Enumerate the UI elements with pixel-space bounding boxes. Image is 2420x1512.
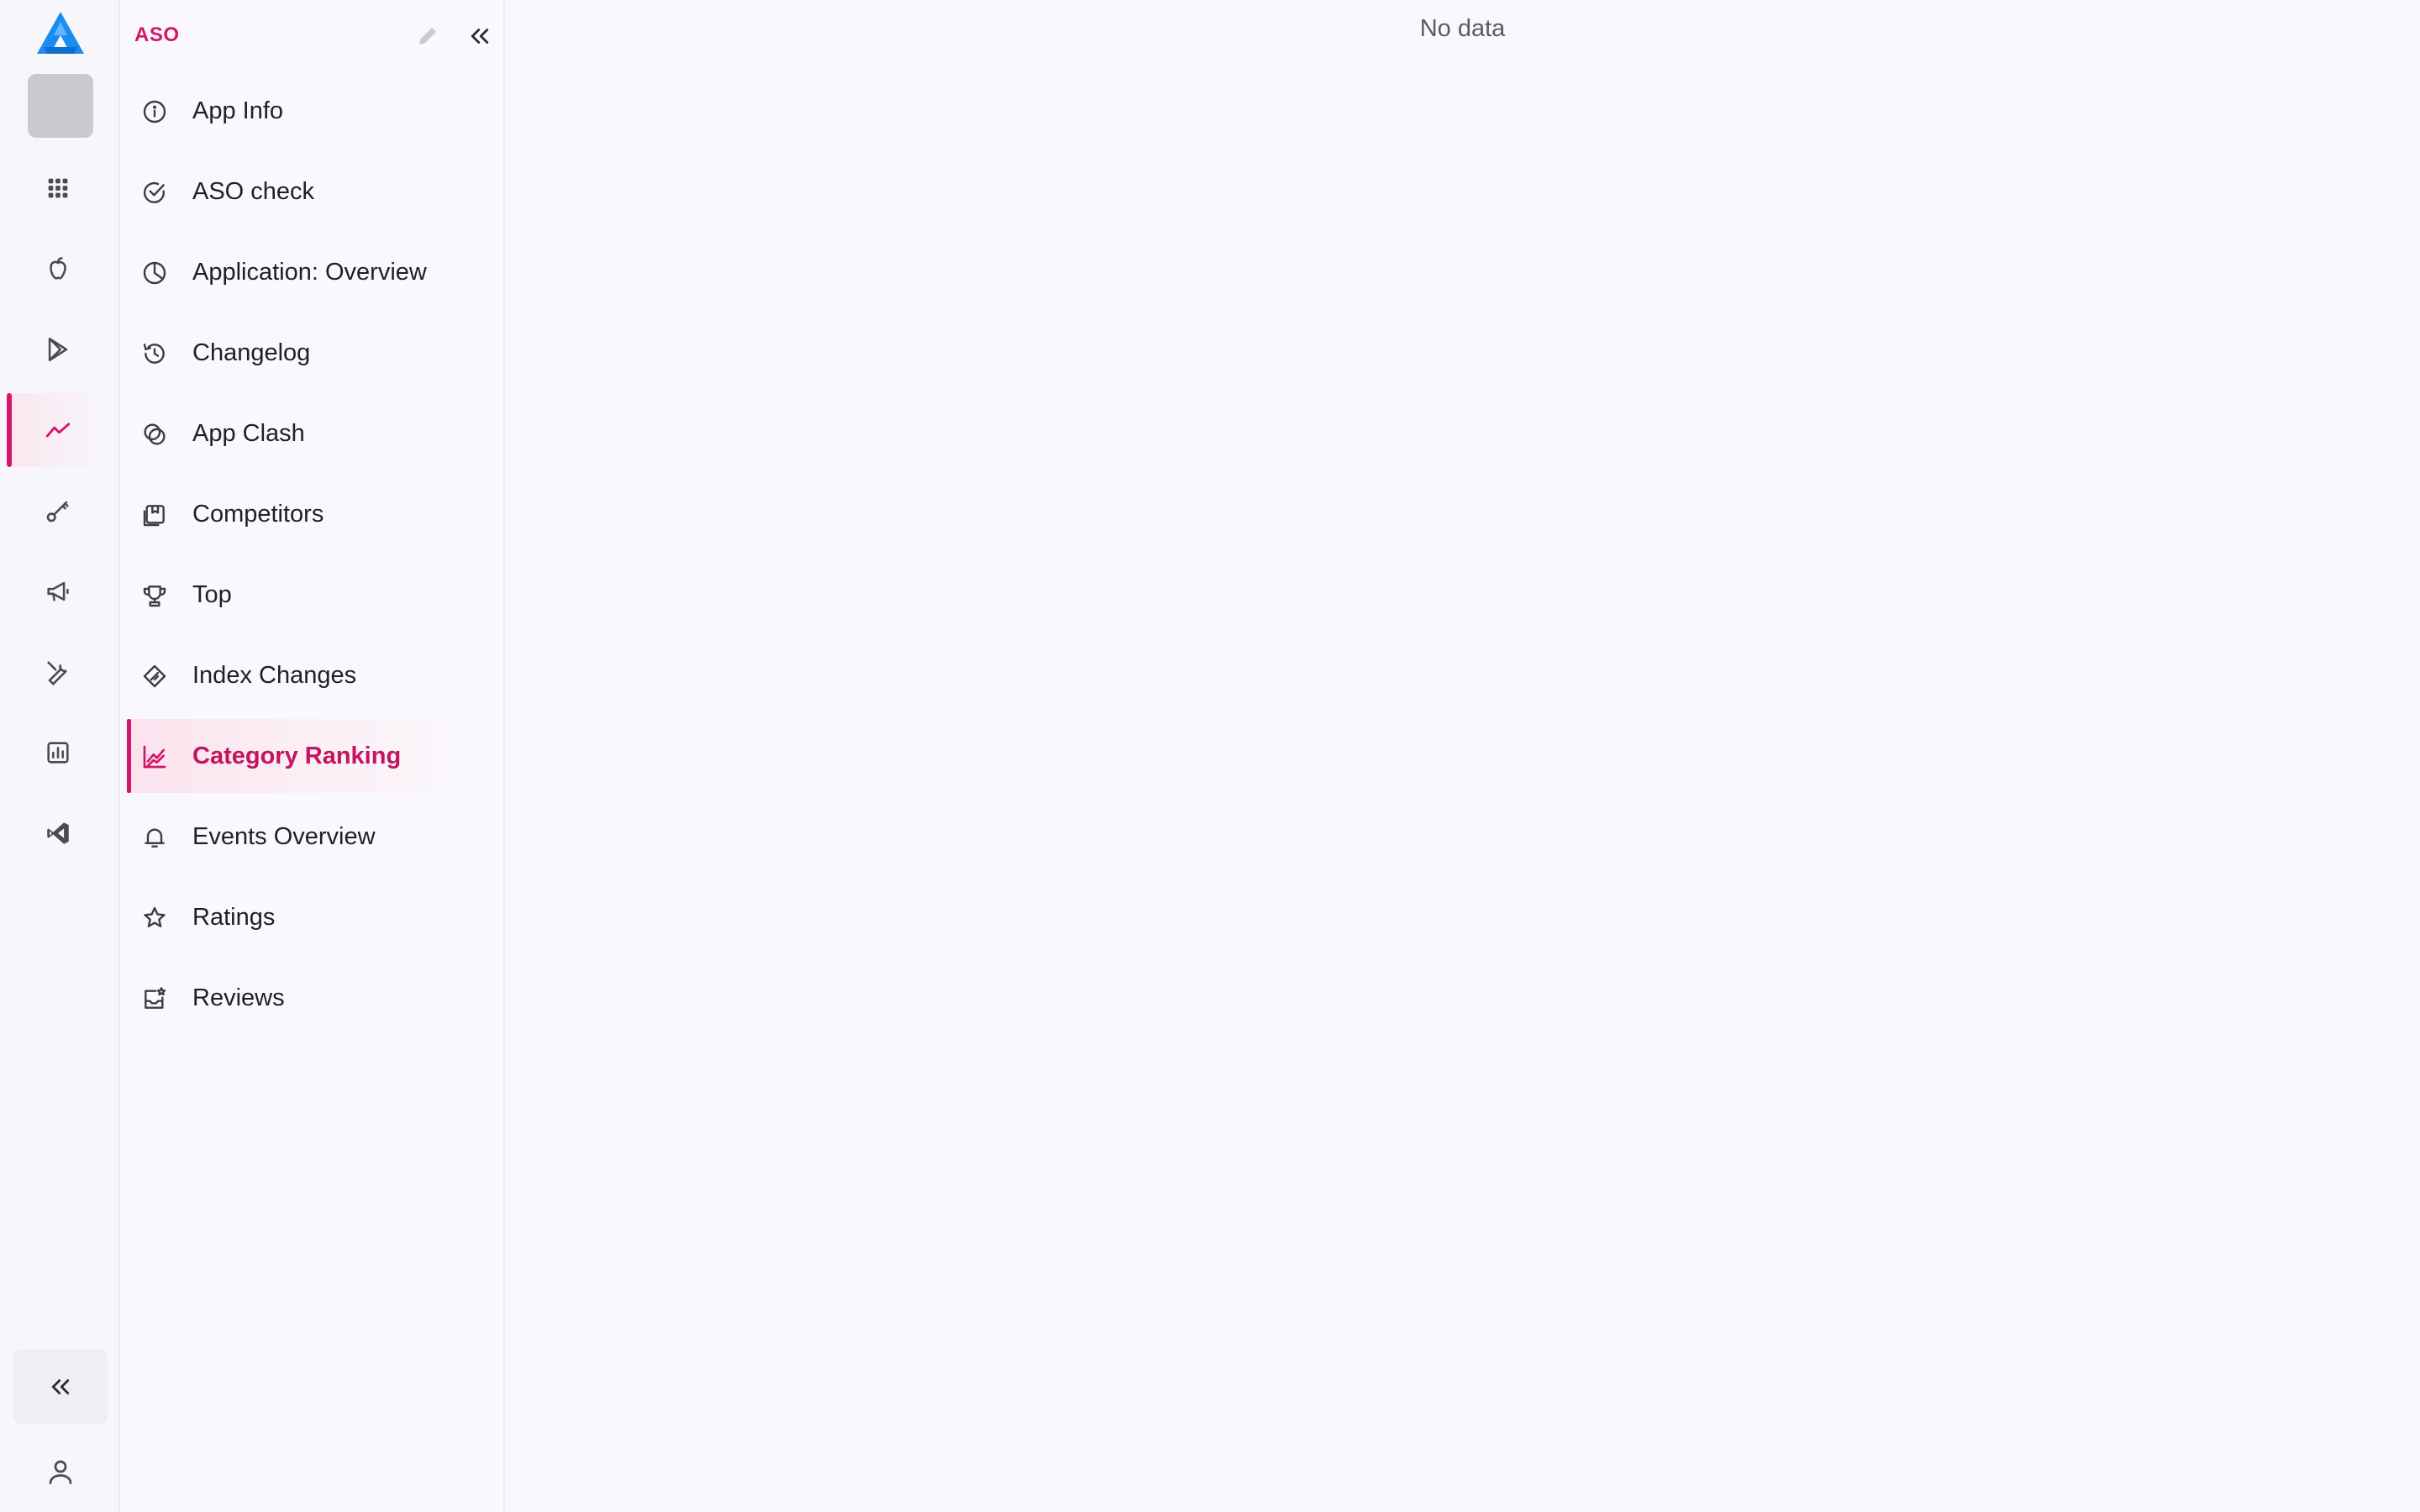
line-chart-icon [140, 743, 169, 771]
sidebar-item-index-changes[interactable]: Index Changes [127, 638, 497, 712]
sidebar-item-changelog[interactable]: Changelog [127, 316, 497, 390]
sidebar-item-label: Index Changes [192, 662, 357, 689]
tools-icon[interactable] [7, 635, 109, 709]
sidebar-item-label: Reviews [192, 984, 285, 1011]
empty-state-text: No data [1419, 15, 1506, 42]
check-circle-icon [140, 178, 169, 207]
edit-button[interactable] [413, 22, 442, 50]
sidebar-item-app-clash[interactable]: App Clash [127, 396, 497, 470]
trending-chart-icon[interactable] [7, 393, 109, 467]
sidebar-item-label: ASO check [192, 178, 315, 205]
key-icon[interactable] [7, 474, 109, 548]
history-icon [140, 339, 169, 368]
sidebar-item-aso-check[interactable]: ASO check [127, 155, 497, 228]
index-icon [140, 662, 169, 690]
info-icon [140, 97, 169, 126]
apple-icon[interactable] [7, 232, 109, 306]
user-profile-button[interactable] [34, 1452, 87, 1492]
google-play-icon[interactable] [7, 312, 109, 386]
integration-icon[interactable] [7, 796, 109, 870]
pie-chart-icon [140, 259, 169, 287]
sidebar-item-ratings[interactable]: Ratings [127, 880, 497, 954]
pencil-icon [419, 28, 436, 45]
icon-rail [0, 0, 120, 1512]
sidebar-item-reviews[interactable]: Reviews [127, 961, 497, 1035]
sidebar-item-application-overview[interactable]: Application: Overview [127, 235, 497, 309]
sidebar-item-events-overview[interactable]: Events Overview [127, 800, 497, 874]
bell-icon [140, 823, 169, 852]
sidebar-nav: App Info ASO check Application: Overview… [127, 74, 497, 1042]
workspace-avatar[interactable] [28, 74, 93, 138]
sidebar-item-competitors[interactable]: Competitors [127, 477, 497, 551]
sidebar-item-label: Ratings [192, 904, 276, 931]
sidebar-title: ASO [134, 24, 180, 46]
megaphone-icon[interactable] [7, 554, 109, 628]
sidebar-item-label: Top [192, 581, 232, 608]
sidebar-item-label: Changelog [192, 339, 311, 366]
sidebar-item-top[interactable]: Top [127, 558, 497, 632]
user-icon [49, 1460, 72, 1484]
main-content: No data [505, 0, 2420, 1512]
bar-chart-icon[interactable] [7, 716, 109, 790]
section-sidebar: ASO App Info ASO check Application: Over… [120, 0, 505, 1512]
clash-icon [140, 420, 169, 449]
sidebar-item-label: App Clash [192, 420, 305, 447]
reviews-icon [140, 984, 169, 1013]
competitors-icon [140, 501, 169, 529]
sidebar-item-label: Events Overview [192, 823, 376, 850]
sidebar-item-category-ranking[interactable]: Category Ranking [127, 719, 497, 793]
sidebar-item-label: Competitors [192, 501, 324, 528]
sidebar-item-app-info[interactable]: App Info [127, 74, 497, 148]
sidebar-header: ASO [120, 0, 503, 71]
sidebar-item-label: App Info [192, 97, 284, 124]
sidebar-collapse-button[interactable] [465, 22, 495, 50]
sidebar-item-label: Application: Overview [192, 259, 427, 286]
double-chevron-left-icon [471, 29, 489, 44]
sidebar-item-label: Category Ranking [192, 743, 402, 769]
trophy-icon [140, 581, 169, 610]
apps-grid-icon[interactable] [7, 151, 109, 225]
double-chevron-left-icon [51, 1379, 70, 1394]
app-logo-icon[interactable] [34, 10, 87, 57]
rail-collapse-button[interactable] [13, 1349, 108, 1425]
star-icon [140, 904, 169, 932]
